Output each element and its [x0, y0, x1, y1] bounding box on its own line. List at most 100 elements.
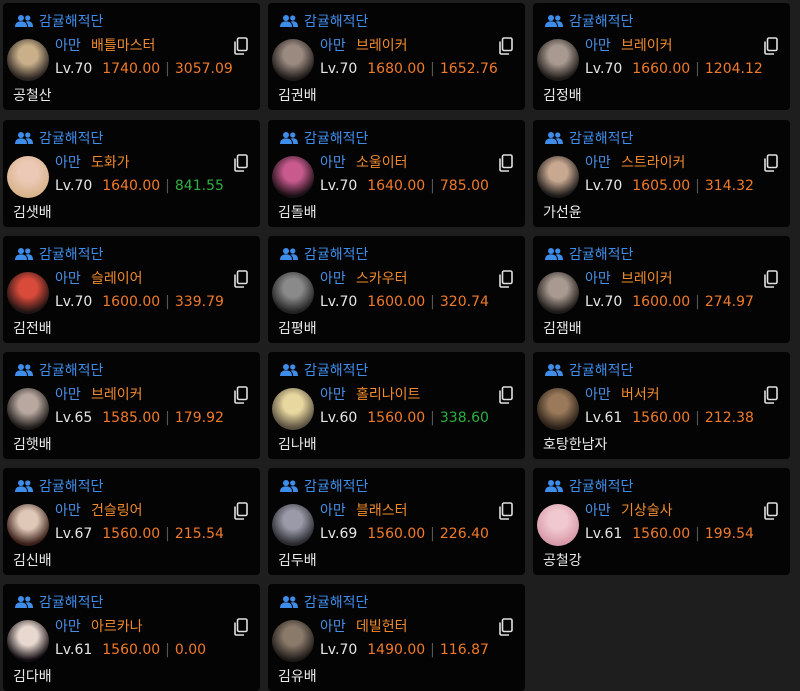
level-text: Lv.70: [320, 178, 358, 194]
item-level: 1600.00: [632, 294, 691, 310]
character-card[interactable]: 감귤해적단 아만 도화가 Lv.70 1640.00 | 841.55 김샛배: [3, 120, 260, 227]
group-icon: [280, 596, 298, 608]
server-name: 아만: [55, 155, 81, 171]
combat-power: 841.55: [174, 178, 224, 194]
copy-icon[interactable]: [234, 270, 248, 288]
copy-icon[interactable]: [234, 618, 248, 636]
character-avatar: [7, 620, 49, 662]
character-card[interactable]: 감귤해적단 아만 홀리나이트 Lv.60 1560.00 | 338.60 김나…: [268, 352, 525, 459]
level-text: Lv.61: [585, 410, 623, 426]
combat-power: 0.00: [174, 642, 207, 658]
character-card[interactable]: 감귤해적단 아만 아르카나 Lv.61 1560.00 | 0.00 김다배: [3, 584, 260, 691]
divider: |: [165, 526, 170, 542]
character-card[interactable]: 감귤해적단 아만 배틀마스터 Lv.70 1740.00 | 3057.09 공…: [3, 3, 260, 110]
level-text: Lv.69: [320, 526, 358, 542]
copy-icon[interactable]: [499, 37, 513, 55]
character-card[interactable]: 감귤해적단 아만 브레이커 Lv.70 1660.00 | 1204.12 김정…: [533, 3, 790, 110]
combat-power: 785.00: [439, 178, 489, 194]
character-card[interactable]: 감귤해적단 아만 스카우터 Lv.70 1600.00 | 320.74 김평배: [268, 236, 525, 343]
item-level: 1600.00: [102, 294, 161, 310]
character-card[interactable]: 감귤해적단 아만 브레이커 Lv.70 1600.00 | 274.97 김잼배: [533, 236, 790, 343]
guild-label: 감귤해적단: [545, 11, 633, 31]
copy-icon[interactable]: [499, 502, 513, 520]
character-card[interactable]: 감귤해적단 아만 데빌헌터 Lv.70 1490.00 | 116.87 김유배: [268, 584, 525, 691]
guild-name: 감귤해적단: [39, 131, 104, 147]
stats-row: Lv.60 1560.00 | 338.60: [320, 410, 489, 426]
character-avatar: [537, 504, 579, 546]
character-card[interactable]: 감귤해적단 아만 기상술사 Lv.61 1560.00 | 199.54 공철강: [533, 468, 790, 575]
group-icon: [15, 364, 33, 376]
character-card[interactable]: 감귤해적단 아만 브레이커 Lv.65 1585.00 | 179.92 김햇배: [3, 352, 260, 459]
item-level: 1560.00: [102, 526, 161, 542]
copy-icon[interactable]: [499, 154, 513, 172]
divider: |: [165, 178, 170, 194]
copy-icon[interactable]: [234, 37, 248, 55]
class-name: 소울이터: [356, 155, 408, 171]
combat-power: 1204.12: [704, 61, 763, 77]
server-name: 아만: [320, 619, 346, 635]
server-name: 아만: [320, 271, 346, 287]
copy-icon[interactable]: [764, 154, 778, 172]
character-name: 김두배: [278, 553, 317, 569]
copy-icon[interactable]: [234, 502, 248, 520]
divider: |: [165, 410, 170, 426]
stats-row: Lv.70 1680.00 | 1652.76: [320, 61, 498, 77]
combat-power: 274.97: [704, 294, 754, 310]
character-avatar: [272, 620, 314, 662]
guild-label: 감귤해적단: [15, 592, 103, 612]
server-name: 아만: [320, 503, 346, 519]
character-card[interactable]: 감귤해적단 아만 브레이커 Lv.70 1680.00 | 1652.76 김권…: [268, 3, 525, 110]
character-card[interactable]: 감귤해적단 아만 블래스터 Lv.69 1560.00 | 226.40 김두배: [268, 468, 525, 575]
divider: |: [695, 294, 700, 310]
server-name: 아만: [585, 155, 611, 171]
server-name: 아만: [320, 38, 346, 54]
combat-power: 199.54: [704, 526, 754, 542]
stats-row: Lv.61 1560.00 | 199.54: [585, 526, 754, 542]
item-level: 1560.00: [367, 526, 426, 542]
character-card[interactable]: 감귤해적단 아만 건슬링어 Lv.67 1560.00 | 215.54 김신배: [3, 468, 260, 575]
class-name: 홀리나이트: [356, 387, 421, 403]
level-text: Lv.70: [585, 178, 623, 194]
stats-row: Lv.65 1585.00 | 179.92: [55, 410, 224, 426]
level-text: Lv.70: [320, 642, 358, 658]
guild-label: 감귤해적단: [15, 360, 103, 380]
character-card[interactable]: 감귤해적단 아만 스트라이커 Lv.70 1605.00 | 314.32 가선…: [533, 120, 790, 227]
divider: |: [165, 642, 170, 658]
copy-icon[interactable]: [499, 618, 513, 636]
item-level: 1640.00: [102, 178, 161, 194]
guild-name: 감귤해적단: [39, 14, 104, 30]
divider: |: [430, 642, 435, 658]
character-name: 김평배: [278, 321, 317, 337]
character-name: 가선윤: [543, 205, 582, 221]
class-name: 브레이커: [356, 38, 408, 54]
level-text: Lv.70: [55, 178, 93, 194]
class-name: 기상술사: [621, 503, 673, 519]
copy-icon[interactable]: [499, 270, 513, 288]
character-card[interactable]: 감귤해적단 아만 소울이터 Lv.70 1640.00 | 785.00 김돌배: [268, 120, 525, 227]
combat-power: 314.32: [704, 178, 754, 194]
copy-icon[interactable]: [234, 386, 248, 404]
group-icon: [545, 248, 563, 260]
server-name: 아만: [55, 271, 81, 287]
character-name: 김유배: [278, 669, 317, 685]
level-text: Lv.70: [585, 294, 623, 310]
copy-icon[interactable]: [764, 386, 778, 404]
copy-icon[interactable]: [499, 386, 513, 404]
stats-row: Lv.61 1560.00 | 0.00: [55, 642, 206, 658]
item-level: 1680.00: [367, 61, 426, 77]
character-card[interactable]: 감귤해적단 아만 버서커 Lv.61 1560.00 | 212.38 호탕한남…: [533, 352, 790, 459]
level-text: Lv.61: [585, 526, 623, 542]
copy-icon[interactable]: [764, 37, 778, 55]
class-name: 브레이커: [91, 387, 143, 403]
character-card[interactable]: 감귤해적단 아만 슬레이어 Lv.70 1600.00 | 339.79 김전배: [3, 236, 260, 343]
guild-name: 감귤해적단: [569, 14, 634, 30]
copy-icon[interactable]: [764, 502, 778, 520]
copy-icon[interactable]: [234, 154, 248, 172]
level-text: Lv.67: [55, 526, 93, 542]
level-text: Lv.61: [55, 642, 93, 658]
group-icon: [545, 132, 563, 144]
divider: |: [695, 410, 700, 426]
group-icon: [545, 364, 563, 376]
character-name: 김샛배: [13, 205, 52, 221]
copy-icon[interactable]: [764, 270, 778, 288]
